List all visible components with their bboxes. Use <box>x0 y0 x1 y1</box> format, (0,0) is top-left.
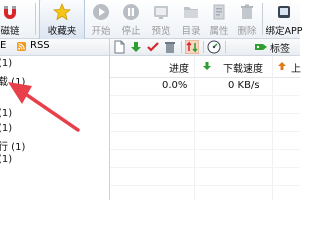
favorites-button[interactable]: 收藏夹 <box>39 0 85 40</box>
bind-app-label: 绑定APP <box>265 26 303 37</box>
trash-icon[interactable] <box>163 40 177 54</box>
magnet-icon <box>4 6 16 19</box>
start-label: 开始 <box>91 26 111 37</box>
row-divider <box>110 113 300 114</box>
pause-icon <box>123 4 139 20</box>
preview-icon <box>154 6 168 19</box>
column-header-download-speed[interactable]: 下载速度 <box>223 60 263 75</box>
directory-button[interactable]: 目录 <box>177 0 205 38</box>
checkmark-icon[interactable] <box>146 40 160 54</box>
task-progress: 0.0% <box>162 80 188 91</box>
download-arrow-icon[interactable] <box>129 40 143 54</box>
upload-arrow-icon <box>278 62 286 70</box>
tag-label[interactable]: 标签 <box>270 40 290 55</box>
task-list-panel: 标签 进度 下载速度 上 0.0% 0 KB/s <box>110 39 301 200</box>
properties-label: 属性 <box>209 26 229 37</box>
task-row[interactable]: 0.0% 0 KB/s <box>110 77 300 95</box>
play-icon <box>93 4 109 20</box>
sort-icon[interactable] <box>185 40 199 54</box>
toolbar-divider <box>225 41 226 53</box>
tree-item[interactable]: 行 (1) <box>0 138 25 153</box>
row-divider <box>110 185 300 186</box>
main-toolbar: 磁链 收藏夹 开始 停止 预览 目录 属性 删除 绑定APP <box>0 0 302 40</box>
stop-label: 停止 <box>121 26 141 37</box>
category-tabs: E RSS <box>0 39 109 56</box>
start-button[interactable]: 开始 <box>87 0 115 38</box>
toolbar-divider <box>181 41 182 53</box>
star-icon <box>53 3 71 21</box>
tree-item[interactable]: 载 (1) <box>0 73 25 88</box>
task-download-speed: 0 KB/s <box>228 80 260 91</box>
properties-icon <box>213 4 225 20</box>
column-header-progress[interactable]: 进度 <box>169 60 189 75</box>
folder-icon <box>184 7 198 18</box>
magnet-button[interactable]: 磁链 <box>0 0 24 38</box>
tab-e[interactable]: E <box>0 40 6 51</box>
tree-item[interactable]: (1) <box>0 123 12 134</box>
properties-button[interactable]: 属性 <box>205 0 233 38</box>
toolbar-divider <box>35 3 36 35</box>
toolbar-divider <box>203 41 204 53</box>
new-file-icon[interactable] <box>112 40 126 54</box>
directory-label: 目录 <box>181 26 201 37</box>
row-divider <box>110 149 300 150</box>
download-arrow-icon <box>203 62 211 70</box>
row-divider <box>110 167 300 168</box>
delete-label: 删除 <box>237 26 257 37</box>
tree-item[interactable]: (1) <box>0 108 12 119</box>
phone-icon <box>278 6 290 18</box>
tab-rss[interactable]: RSS <box>30 40 50 51</box>
speed-limit-icon[interactable] <box>207 40 221 54</box>
row-divider <box>110 95 300 96</box>
bind-app-button[interactable]: 绑定APP <box>262 0 306 38</box>
row-divider <box>110 131 300 132</box>
stop-button[interactable]: 停止 <box>117 0 145 38</box>
tree-item[interactable]: (1) <box>0 58 12 69</box>
magnet-label: 磁链 <box>0 26 20 37</box>
preview-button[interactable]: 预览 <box>146 0 176 38</box>
preview-label: 预览 <box>151 26 171 37</box>
column-header-upload[interactable]: 上 <box>291 60 301 75</box>
delete-icon <box>241 4 253 19</box>
delete-button[interactable]: 删除 <box>233 0 261 38</box>
rss-icon <box>17 42 26 51</box>
category-panel: E RSS (1) 载 (1) (1) (1) 行 (1) (1) <box>0 39 110 200</box>
tag-icon[interactable] <box>254 40 268 54</box>
tree-item[interactable]: (1) <box>0 154 12 165</box>
list-toolbar: 标签 <box>110 39 300 56</box>
favorites-label: 收藏夹 <box>47 26 77 37</box>
